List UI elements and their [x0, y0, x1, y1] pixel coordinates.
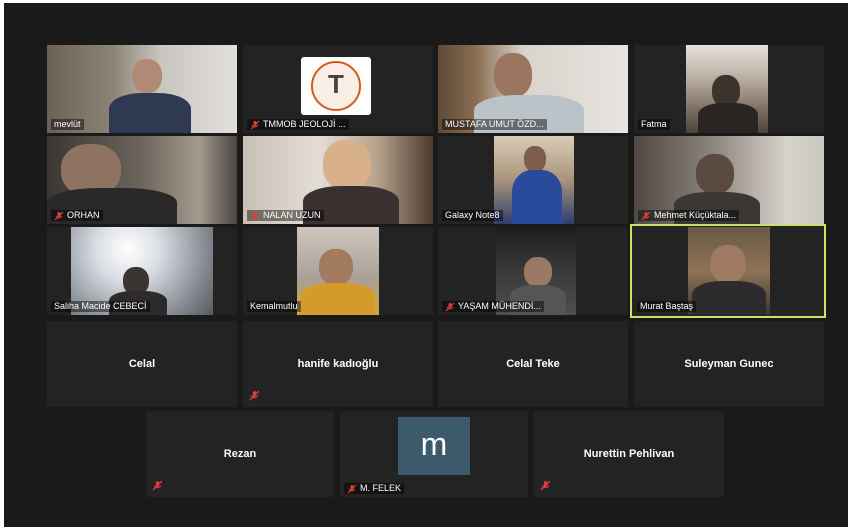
participant-name: Celal — [128, 358, 156, 370]
participant-tile-nalan[interactable]: NALAN UZUN — [243, 136, 433, 224]
participant-video — [494, 136, 574, 224]
participant-name: YAŞAM MÜHENDİ... — [442, 301, 544, 312]
participant-name: TMMOB JEOLOJİ ... — [247, 119, 349, 130]
participant-name: Mehmet Küçüktala... — [638, 210, 740, 221]
muted-mic-icon — [54, 211, 64, 220]
participant-name: Celal Teke — [506, 358, 560, 370]
participant-name: Rezan — [223, 448, 257, 460]
participant-video — [688, 227, 770, 315]
participant-name: hanife kadıoğlu — [297, 358, 379, 370]
participant-tile-murat[interactable]: Murat Baştaş — [630, 224, 826, 318]
participant-name: Nurettin Pehlivan — [583, 448, 675, 460]
participant-video — [686, 45, 768, 133]
muted-mic-icon — [347, 484, 357, 493]
muted-mic-icon — [250, 120, 260, 129]
participant-name: Saliha Macide CEBECİ — [51, 301, 150, 312]
muted-mic-icon — [641, 211, 651, 220]
gallery-view: mevlüt T TMMOB JEOLOJİ ... MUSTAFA UMUT … — [4, 3, 848, 527]
participant-tile-rezan[interactable]: Rezan — [146, 411, 334, 497]
participant-tile-suleyman[interactable]: Suleyman Gunec — [634, 321, 824, 407]
participant-tile-celal-teke[interactable]: Celal Teke — [438, 321, 628, 407]
muted-mic-icon — [249, 390, 260, 401]
participant-tile-tmmob[interactable]: T TMMOB JEOLOJİ ... — [243, 45, 433, 133]
participant-name: mevlüt — [51, 119, 84, 130]
participant-name: Fatma — [638, 119, 670, 130]
participant-name: Kemalmutlu — [247, 301, 301, 312]
participant-tile-saliha[interactable]: Saliha Macide CEBECİ — [47, 227, 237, 315]
participant-tile-mevlut[interactable]: mevlüt — [47, 45, 237, 133]
participant-tile-hanife[interactable]: hanife kadıoğlu — [243, 321, 433, 407]
participant-name: Galaxy Note8 — [442, 210, 503, 221]
muted-mic-icon — [445, 302, 455, 311]
participant-name: NALAN UZUN — [247, 210, 324, 221]
participant-name: Murat Baştaş — [637, 301, 697, 312]
organization-logo: T — [301, 57, 371, 115]
participant-name: Suleyman Gunec — [684, 358, 774, 370]
avatar: m — [398, 417, 470, 475]
participant-tile-nurettin[interactable]: Nurettin Pehlivan — [534, 411, 724, 497]
participant-name: MUSTAFA UMUT ÖZD... — [442, 119, 547, 130]
participant-tile-mustafa[interactable]: MUSTAFA UMUT ÖZD... — [438, 45, 628, 133]
participant-video — [297, 227, 379, 315]
participant-name: ORHAN — [51, 210, 103, 221]
participant-tile-orhan[interactable]: ORHAN — [47, 136, 237, 224]
participant-tile-galaxy[interactable]: Galaxy Note8 — [438, 136, 628, 224]
participant-name: M. FELEK — [344, 483, 405, 494]
participant-tile-mehmet[interactable]: Mehmet Küçüktala... — [634, 136, 824, 224]
participant-tile-fatma[interactable]: Fatma — [634, 45, 824, 133]
participant-tile-m-felek[interactable]: m M. FELEK — [340, 411, 528, 497]
participant-tile-yasam[interactable]: YAŞAM MÜHENDİ... — [438, 227, 628, 315]
muted-mic-icon — [152, 480, 163, 491]
participant-tile-celal[interactable]: Celal — [47, 321, 237, 407]
participant-tile-kemalmutlu[interactable]: Kemalmutlu — [243, 227, 433, 315]
muted-mic-icon — [250, 211, 260, 220]
muted-mic-icon — [540, 480, 551, 491]
